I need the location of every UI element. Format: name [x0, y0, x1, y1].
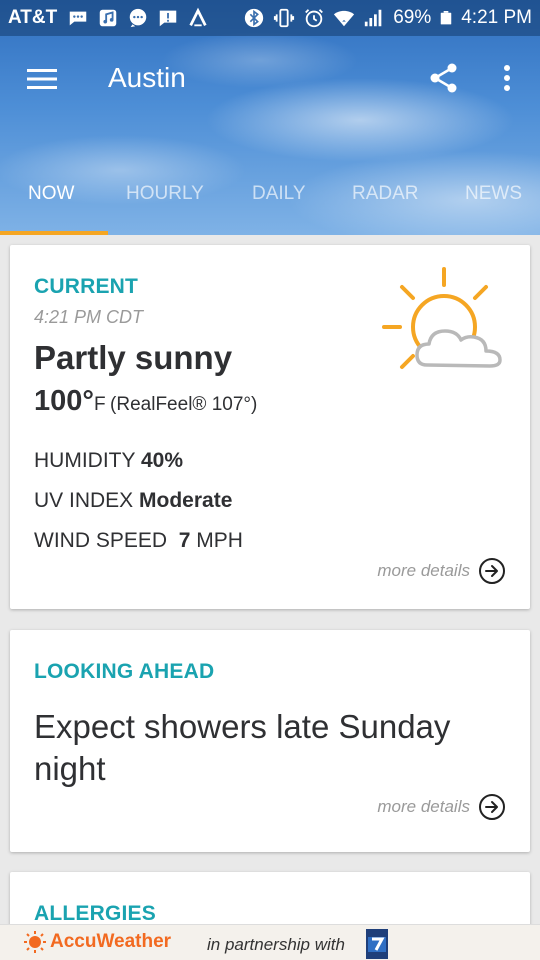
- partnership-text: in partnership with: [207, 935, 345, 954]
- current-conditions-card[interactable]: CURRENT 4:21 PM CDT Partly sunny 100°F (…: [10, 245, 530, 609]
- status-bar: AT&T 69% 4:21 PM: [0, 0, 540, 36]
- chat-icon: [130, 8, 147, 28]
- accuweather-brand-text: AccuWeather: [50, 931, 172, 952]
- more-details-label: more details: [377, 797, 470, 816]
- carrier-name: AT&T: [8, 7, 58, 28]
- tab-radar[interactable]: RADAR: [352, 183, 419, 205]
- signal-icon: [365, 9, 382, 27]
- music-icon: [100, 9, 117, 27]
- allergies-section-label: ALLERGIES: [34, 902, 156, 925]
- temperature-value: 100°: [34, 385, 94, 417]
- tab-now[interactable]: NOW: [28, 183, 74, 205]
- wind-speed-label: WIND SPEED: [34, 529, 168, 552]
- tab-bar: NOW HOURLY DAILY RADAR NEWS: [0, 175, 540, 235]
- battery-icon: [440, 11, 452, 25]
- partly-sunny-icon: [382, 267, 502, 369]
- active-tab-indicator: [0, 231, 108, 235]
- forecast-summary: Expect showers late Sunday night: [34, 708, 451, 787]
- wind-speed-value: 7: [178, 529, 191, 552]
- current-more-details-link[interactable]: more details: [377, 557, 506, 585]
- uv-index-stat: UV INDEX Moderate: [34, 489, 232, 513]
- tab-daily[interactable]: DAILY: [252, 183, 306, 205]
- uv-index-label: UV INDEX: [34, 489, 134, 512]
- wind-speed-stat: WIND SPEED 7 MPH: [34, 529, 243, 553]
- vibrate-icon: [274, 8, 295, 28]
- partner-footer: AccuWeather in partnership with: [0, 924, 540, 960]
- looking-ahead-more-details-link[interactable]: more details: [377, 793, 506, 821]
- clock: 4:21 PM: [461, 7, 532, 28]
- temperature-unit: F: [93, 394, 106, 415]
- looking-ahead-card[interactable]: LOOKING AHEAD Expect showers late Sunday…: [10, 630, 530, 852]
- temperature-line: 100°F (RealFeel® 107°): [34, 385, 257, 418]
- notification-icons: [67, 7, 209, 29]
- humidity-stat: HUMIDITY 40%: [34, 449, 183, 473]
- fox-7-news-logo: [366, 929, 388, 959]
- observation-time: 4:21 PM CDT: [34, 307, 144, 327]
- bluetooth-icon: [245, 8, 264, 28]
- weather-condition: Partly sunny: [34, 339, 233, 376]
- arrow-right-circle-icon: [479, 794, 505, 820]
- status-right: 69% 4:21 PM: [243, 7, 532, 29]
- current-section-label: CURRENT: [34, 275, 139, 298]
- wind-speed-unit: MPH: [196, 529, 243, 552]
- app-icon: [189, 7, 207, 27]
- humidity-label: HUMIDITY: [34, 449, 136, 472]
- header-background: AT&T 69% 4:21 PM Austin NOW HOURLY DAILY…: [0, 0, 540, 235]
- wifi-icon: [334, 10, 355, 27]
- accuweather-logo: AccuWeather: [24, 931, 171, 953]
- more-details-label: more details: [377, 561, 470, 580]
- city-title: Austin: [108, 62, 186, 93]
- battery-percent: 69%: [393, 7, 432, 28]
- hamburger-menu-icon[interactable]: [27, 67, 57, 91]
- more-vert-icon[interactable]: [495, 62, 519, 94]
- share-icon[interactable]: [428, 62, 460, 94]
- tab-news[interactable]: NEWS: [465, 183, 522, 205]
- uv-index-value: Moderate: [139, 489, 233, 512]
- accuweather-sun-icon: [24, 931, 46, 953]
- alert-icon: [160, 10, 177, 27]
- tab-hourly[interactable]: HOURLY: [126, 183, 204, 205]
- arrow-right-circle-icon: [479, 558, 505, 584]
- message-icon: [70, 11, 87, 26]
- realfeel-temperature: (RealFeel® 107°): [110, 394, 258, 415]
- alarm-icon: [305, 9, 324, 28]
- looking-ahead-section-label: LOOKING AHEAD: [34, 660, 215, 683]
- toolbar: Austin: [0, 50, 540, 108]
- humidity-value: 40%: [140, 449, 183, 472]
